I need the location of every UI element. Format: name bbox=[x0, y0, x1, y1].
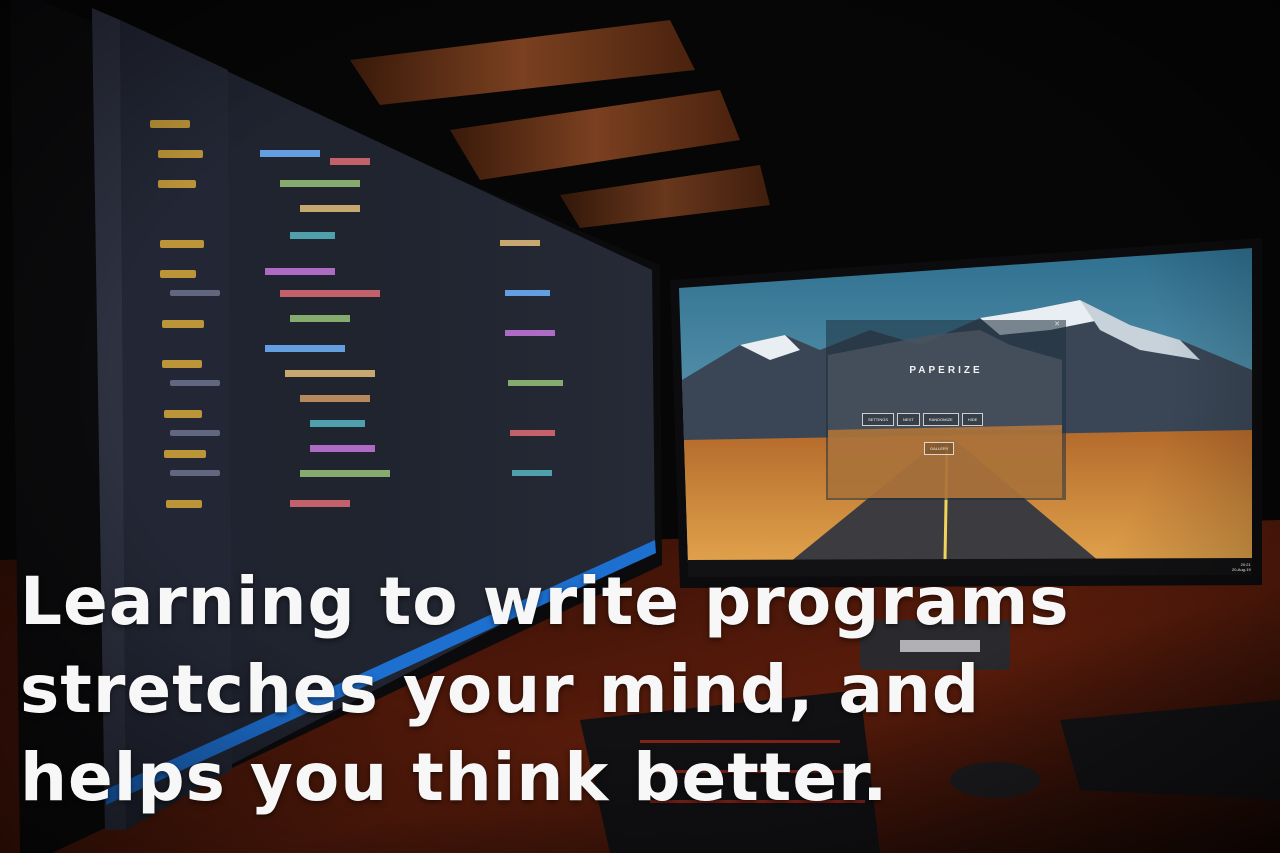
photo-scene: ✕ PAPERIZE SETTINGS NEXT RANDOMIZE HIDE … bbox=[0, 0, 1280, 853]
caption-line-2: stretches your mind, and bbox=[20, 651, 981, 728]
caption-line-1: Learning to write programs bbox=[20, 563, 1070, 640]
app-button-row: SETTINGS NEXT RANDOMIZE HIDE bbox=[862, 413, 984, 426]
gallery-button[interactable]: GALLERY bbox=[924, 442, 955, 455]
caption-line-3: helps you think better. bbox=[20, 739, 889, 816]
quote-caption: Learning to write programs stretches you… bbox=[20, 558, 1260, 822]
randomize-button[interactable]: RANDOMIZE bbox=[922, 413, 959, 426]
app-title: PAPERIZE bbox=[909, 365, 983, 376]
close-icon[interactable]: ✕ bbox=[1054, 320, 1060, 328]
hide-button[interactable]: HIDE bbox=[961, 413, 984, 426]
paperize-window: ✕ PAPERIZE SETTINGS NEXT RANDOMIZE HIDE … bbox=[826, 320, 1066, 500]
settings-button[interactable]: SETTINGS bbox=[862, 413, 895, 426]
next-button[interactable]: NEXT bbox=[897, 413, 920, 426]
